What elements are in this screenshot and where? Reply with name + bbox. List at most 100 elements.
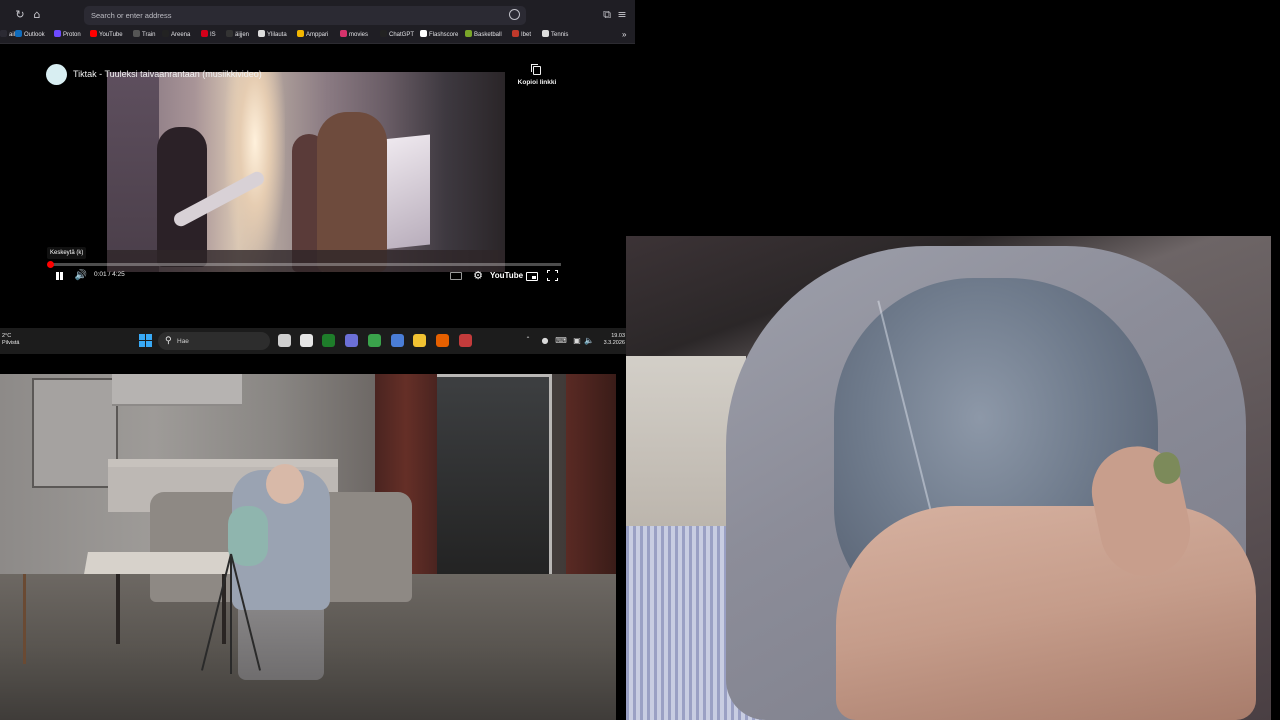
bookmark-label: ChatGPT [389, 32, 415, 38]
miniplayer-icon[interactable] [526, 272, 538, 281]
screen: ↻ ⌂ ⧉ ≡ ail Outlook Proton YouTube Train Aree… [0, 0, 1280, 720]
bookmark-label: äijjen [235, 32, 250, 38]
bookmark-is[interactable]: IS [201, 29, 216, 41]
firefox-app-icon[interactable] [436, 334, 449, 347]
video-frame[interactable] [107, 72, 505, 272]
bookmark-label: Ylilauta [267, 32, 287, 38]
bookmark-ylilauta[interactable]: Ylilauta [258, 29, 287, 41]
video-scene-person [317, 112, 387, 272]
bookmark-basketball[interactable]: Basketball [465, 29, 502, 41]
taskbar-search-input[interactable] [177, 335, 265, 347]
closeup-camera-feed [626, 236, 1271, 720]
bookmark-youtube[interactable]: YouTube [90, 29, 123, 41]
bookmark-ibet[interactable]: Ibet [512, 29, 531, 41]
video-title[interactable]: Tiktak - Tuuleksi taivaanrantaan (musiik… [73, 69, 262, 79]
copy-link-button[interactable]: Kopioi linkki [514, 64, 560, 90]
is-icon [201, 30, 208, 37]
ylilauta-icon [258, 30, 265, 37]
video-scene-curtain [107, 72, 159, 272]
youtube-embed: Tiktak - Tuuleksi taivaanrantaan (musiik… [0, 44, 635, 328]
bookmark-label: Areena [171, 32, 191, 38]
bookmark-movies[interactable]: movies [340, 29, 368, 41]
chatgpt-app-icon[interactable] [300, 334, 313, 347]
menu-icon[interactable]: ≡ [615, 8, 629, 22]
train-icon [133, 30, 140, 37]
taskbar-search[interactable]: ⚲ [158, 332, 270, 350]
bookmarks-bar: ail Outlook Proton YouTube Train Areena IS äijj… [0, 28, 635, 42]
task-view-icon[interactable] [278, 334, 291, 347]
bookmark-label: Train [142, 32, 156, 38]
subtitles-icon[interactable] [450, 272, 462, 280]
video-scene-floor [107, 250, 505, 272]
room-webcam-feed [0, 374, 616, 720]
bookmark-label: Outlook [24, 32, 45, 38]
tabs-icon[interactable]: ⧉ [600, 8, 614, 22]
room-window [432, 374, 552, 584]
bookmark-train[interactable]: Train [133, 29, 155, 41]
chatgpt-icon [380, 30, 387, 37]
youtube-icon [90, 30, 97, 37]
home-icon[interactable]: ⌂ [30, 8, 44, 22]
address-bar[interactable] [84, 6, 526, 25]
bookmark-proton[interactable]: Proton [54, 29, 81, 41]
bookmark-label: Amppari [306, 32, 329, 38]
volume-icon[interactable]: 🔊 [74, 269, 88, 283]
bookmark-label: movies [349, 32, 369, 38]
progress-bar[interactable] [46, 260, 561, 268]
bookmark-ail[interactable]: ail [0, 29, 15, 41]
file-explorer-icon[interactable] [413, 334, 426, 347]
room-person-head [266, 464, 304, 504]
bookmark-label: Flashscore [429, 32, 459, 38]
bookmark-amppari[interactable]: Amppari [297, 29, 328, 41]
taskbar-clock[interactable]: 19.03 3.3.2026 [601, 333, 625, 347]
room-counter [108, 459, 338, 467]
channel-avatar[interactable] [46, 64, 67, 85]
video-scene-door [382, 134, 430, 250]
bookmark-label: Proton [63, 32, 81, 38]
notepad-app-icon[interactable] [391, 334, 404, 347]
proton-icon [54, 30, 61, 37]
windows-start-icon[interactable] [139, 334, 152, 347]
bookmark-label: Tennis [551, 32, 569, 38]
reload-icon[interactable]: ↻ [13, 8, 27, 22]
bookmark-areena[interactable]: Areena [162, 29, 190, 41]
outlook-icon [15, 30, 22, 37]
address-input[interactable] [91, 8, 491, 23]
youtube-logo[interactable]: YouTube [490, 271, 523, 280]
shield-icon[interactable] [509, 9, 520, 20]
mail-icon [0, 30, 7, 37]
bookmark-outlook[interactable]: Outlook [15, 29, 45, 41]
bookmark-chatgpt[interactable]: ChatGPT [380, 29, 414, 41]
weather-condition: Pilvistä [2, 340, 20, 346]
clock-time: 19.03 [611, 333, 625, 339]
calc-app-icon[interactable] [368, 334, 381, 347]
volume-tray-icon[interactable]: 🔈 [584, 335, 594, 346]
star-icon [226, 30, 233, 37]
keyboard-icon[interactable]: ⌨ [555, 335, 567, 346]
bookmark--ijjen[interactable]: äijjen [226, 29, 249, 41]
microphone-icon[interactable]: ● [540, 335, 550, 346]
obs-app-icon[interactable] [345, 334, 358, 347]
weather-temperature: 2°C [2, 333, 12, 339]
windows-taskbar: 2°C Pilvistä ⚲ ˆ ● ⌨ ▣ 🔈 19.03 3.3.2026 [0, 328, 627, 354]
game-app-icon[interactable] [459, 334, 472, 347]
areena-icon [162, 30, 169, 37]
bookmark-label: Ibet [521, 32, 532, 38]
pause-icon[interactable] [53, 269, 65, 283]
xbox-app-icon[interactable] [322, 334, 335, 347]
progress-scrubber[interactable] [46, 260, 54, 268]
ibet-icon [512, 30, 519, 37]
room-chair [0, 574, 26, 664]
weather-widget[interactable]: 2°C Pilvistä [2, 333, 19, 347]
amppari-icon [297, 30, 304, 37]
bookmark-label: IS [210, 32, 216, 38]
search-icon: ⚲ [165, 336, 172, 346]
bookmark-tennis[interactable]: Tennis [542, 29, 568, 41]
bookmarks-overflow-icon[interactable]: » [622, 29, 626, 41]
chevron-up-icon[interactable]: ˆ [523, 335, 533, 346]
network-icon[interactable]: ▣ [572, 335, 582, 346]
bookmark-flashscore[interactable]: Flashscore [420, 29, 458, 41]
fullscreen-icon[interactable] [547, 270, 558, 281]
tennis-icon [542, 30, 549, 37]
gear-icon[interactable]: ⚙ [471, 269, 485, 283]
